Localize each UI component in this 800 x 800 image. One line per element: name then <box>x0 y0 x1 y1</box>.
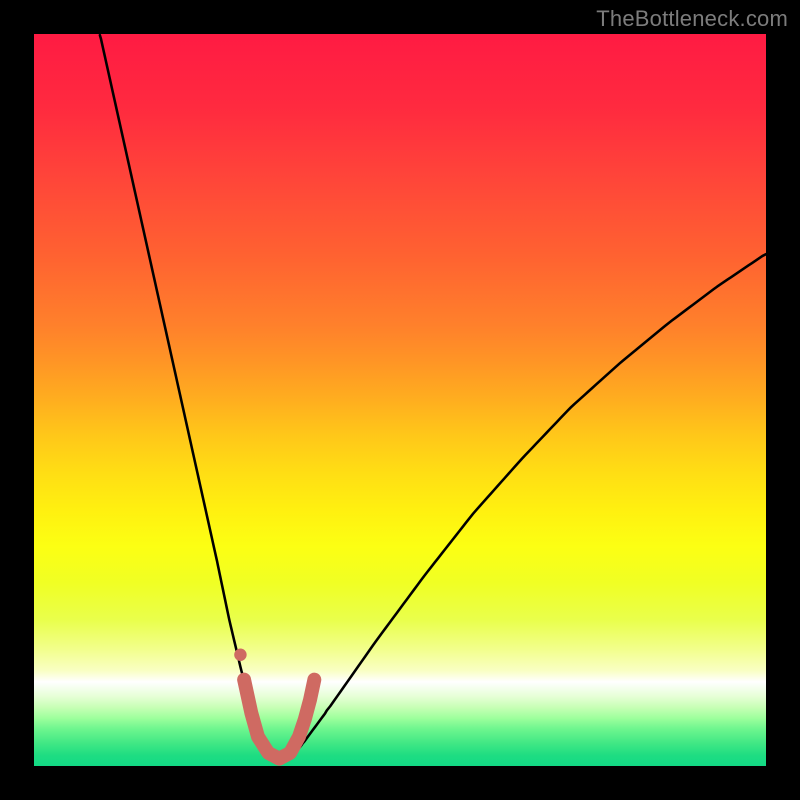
outer-frame: TheBottleneck.com <box>0 0 800 800</box>
bottleneck-curve <box>100 35 766 759</box>
curve-layer <box>34 34 766 766</box>
highlight-dot <box>234 649 246 661</box>
watermark-text: TheBottleneck.com <box>596 6 788 32</box>
plot-area <box>34 34 766 766</box>
highlight-segment <box>244 680 314 759</box>
